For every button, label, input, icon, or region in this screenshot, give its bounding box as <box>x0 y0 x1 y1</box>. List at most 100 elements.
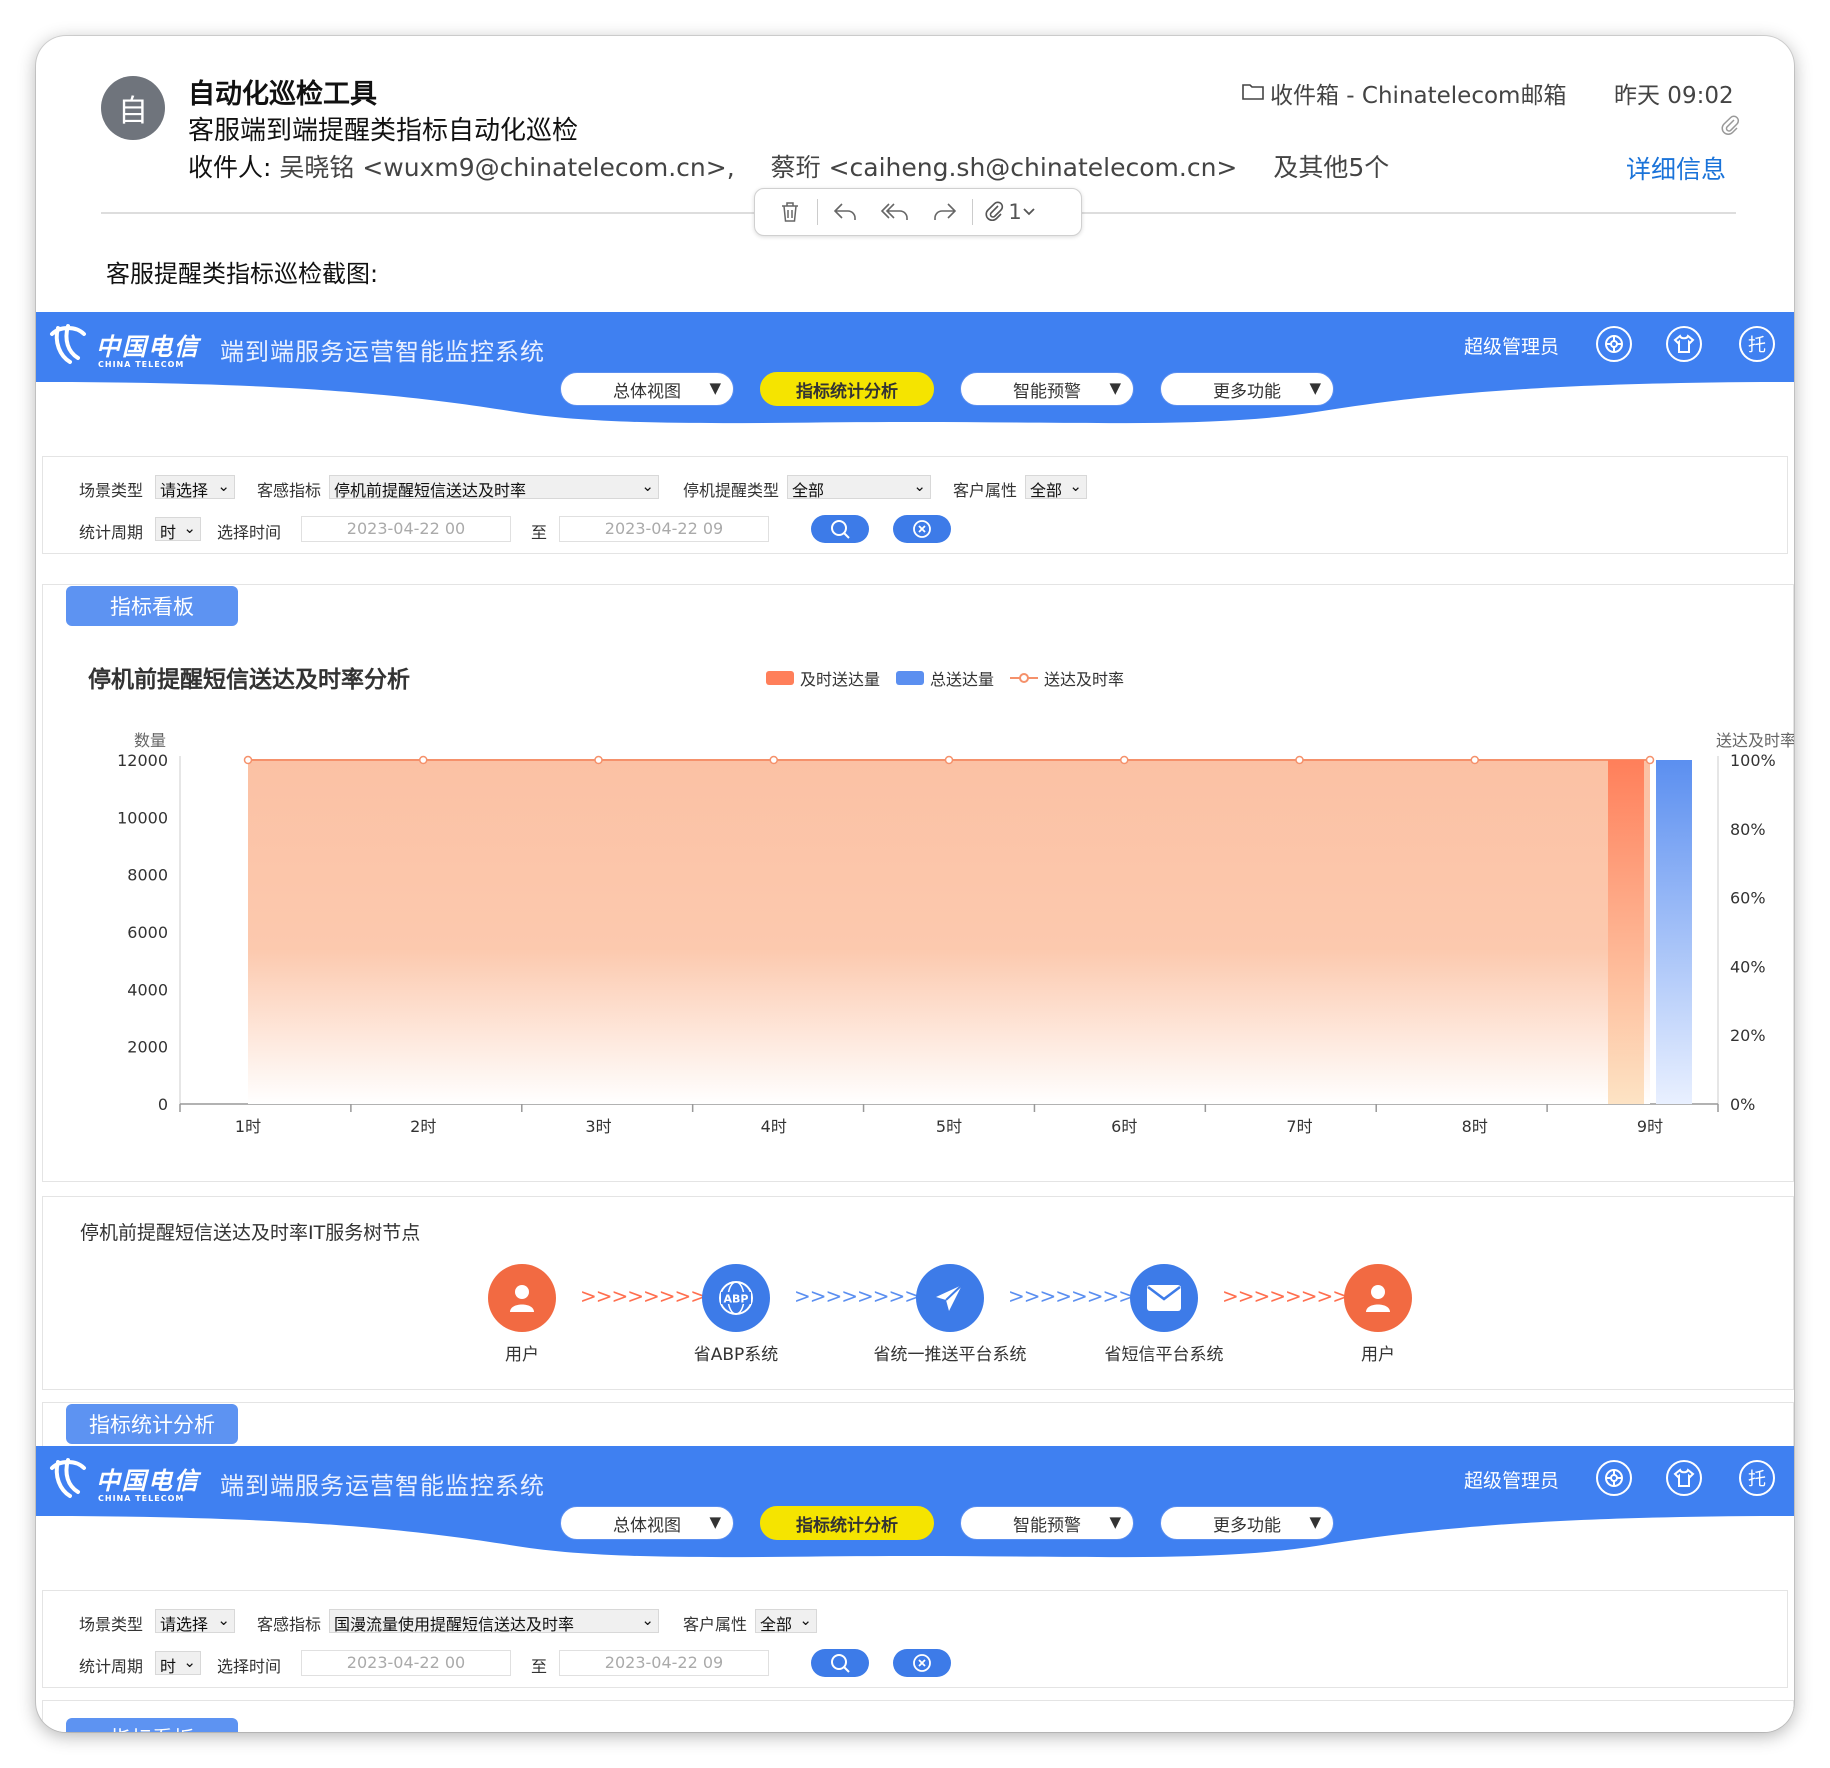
recipient[interactable]: 蔡珩 <caiheng.sh@chinatelecom.cn> <box>771 153 1238 182</box>
caret-down-icon: ▼ <box>709 379 721 397</box>
select-value: 全部 <box>792 481 825 499</box>
nav-label: 智能预警 <box>1013 1515 1081 1536</box>
legend-label: 及时送达量 <box>800 670 881 689</box>
legend-label: 送达及时率 <box>1044 670 1125 689</box>
mail-subject: 客服端到端提醒类指标自动化巡检 <box>188 116 579 146</box>
chart-legend: 及时送达量 总送达量 送达及时率 <box>766 666 1140 690</box>
settings-ring-icon[interactable] <box>1596 326 1632 362</box>
search-button[interactable] <box>811 1649 869 1677</box>
shirt-icon[interactable] <box>1666 326 1702 362</box>
settings-ring-icon[interactable] <box>1596 1460 1632 1496</box>
search-button[interactable] <box>811 515 869 543</box>
chevron-down-icon: ⌄ <box>641 1611 654 1629</box>
node-label: 省统一推送平台系统 <box>873 1345 1027 1365</box>
reply-all-icon <box>880 203 908 220</box>
reply-icon <box>833 203 856 220</box>
flow-node-user[interactable]: 用户 <box>422 1264 622 1365</box>
kpi-select[interactable]: 国漫流量使用提醒短信送达及时率 ⌄ <box>329 1609 659 1633</box>
nav-smart-alert[interactable]: 智能预警 ▼ <box>960 1506 1134 1540</box>
caret-down-icon: ▼ <box>1309 1513 1321 1531</box>
tab-kpi-board[interactable]: 指标看板 <box>66 1718 238 1732</box>
select-value: 请选择 <box>160 481 209 499</box>
search-icon <box>831 1654 850 1673</box>
nav-smart-alert[interactable]: 智能预警 ▼ <box>960 372 1134 406</box>
start-time-input[interactable]: 2023-04-22 00 <box>301 516 511 542</box>
customer-attr-select[interactable]: 全部 ⌄ <box>755 1609 817 1633</box>
tab-kpi-board[interactable]: 指标看板 <box>66 586 238 626</box>
flow-title: 停机前提醒短信送达及时率IT服务树节点 <box>80 1222 421 1244</box>
mail-icon <box>1130 1264 1198 1332</box>
chevron-down-icon: ⌄ <box>1069 477 1082 495</box>
customer-attr-select[interactable]: 全部 ⌄ <box>1025 475 1087 499</box>
legend-item[interactable]: 送达及时率 <box>1010 666 1124 690</box>
admin-label[interactable]: 超级管理员 <box>1464 1466 1559 1493</box>
folder-name: 收件箱 - Chinatelecom邮箱 <box>1270 83 1567 109</box>
send-icon <box>916 1264 984 1332</box>
mail-time: 昨天 09:02 <box>1614 83 1734 109</box>
attachments-button[interactable]: 1 <box>975 192 1045 232</box>
details-link[interactable]: 详细信息 <box>1626 150 1726 186</box>
filter-panel: 场景类型 请选择 ⌄ 客感指标 国漫流量使用提醒短信送达及时率 ⌄ 客户属性 全部 ⌄… <box>42 1590 1788 1688</box>
recipients-line: 收件人: 吴晓铭 <wuxm9@chinatelecom.cn>, 蔡珩 <ca… <box>188 148 1389 184</box>
nav-more[interactable]: 更多功能 ▼ <box>1160 1506 1334 1540</box>
chevron-down-icon: ⌄ <box>913 477 926 495</box>
clear-icon <box>913 1654 931 1672</box>
scene-select[interactable]: 请选择 ⌄ <box>155 1609 235 1633</box>
nav-more[interactable]: 更多功能 ▼ <box>1160 372 1334 406</box>
kpi-select[interactable]: 停机前提醒短信送达及时率 ⌄ <box>329 475 659 499</box>
start-time-input[interactable]: 2023-04-22 00 <box>301 1650 511 1676</box>
forward-icon <box>934 203 957 220</box>
recipients-label: 收件人: <box>188 153 272 182</box>
end-time-input[interactable]: 2023-04-22 09 <box>559 516 769 542</box>
entrust-icon[interactable]: 托 <box>1739 1460 1775 1496</box>
end-time-input[interactable]: 2023-04-22 09 <box>559 1650 769 1676</box>
period-select[interactable]: 时 ⌄ <box>155 1651 201 1675</box>
flow-node-push-platform[interactable]: 省统一推送平台系统 <box>850 1264 1050 1365</box>
nav-label: 指标统计分析 <box>796 381 898 402</box>
entrust-icon[interactable]: 托 <box>1739 326 1775 362</box>
tab-kpi-stats[interactable]: 指标统计分析 <box>66 1404 238 1444</box>
clear-button[interactable] <box>893 1649 951 1677</box>
legend-item[interactable]: 及时送达量 <box>766 666 880 690</box>
chevron-down-icon: ⌄ <box>217 1611 230 1629</box>
legend-label: 总送达量 <box>930 670 995 689</box>
brand-en: CHINA TELECOM <box>98 1494 185 1503</box>
user-icon <box>1344 1264 1412 1332</box>
paperclip-icon <box>985 201 1004 221</box>
forward-button[interactable] <box>920 192 970 232</box>
body-label: 客服提醒类指标巡检截图: <box>106 260 379 288</box>
recipient[interactable]: 吴晓铭 <wuxm9@chinatelecom.cn>, <box>279 153 734 182</box>
remind-type-select[interactable]: 全部 ⌄ <box>787 475 931 499</box>
sender-name: 自动化巡检工具 <box>188 79 377 110</box>
trash-icon <box>782 202 798 222</box>
period-select[interactable]: 时 ⌄ <box>155 517 201 541</box>
period-label: 统计周期 <box>79 1657 144 1676</box>
legend-item[interactable]: 总送达量 <box>896 666 994 690</box>
chevron-down-icon: ⌄ <box>641 477 654 495</box>
flow-node-user[interactable]: 用户 <box>1278 1264 1478 1365</box>
nav-kpi-analysis[interactable]: 指标统计分析 <box>760 1506 934 1540</box>
reply-all-button[interactable] <box>870 192 920 232</box>
reply-button[interactable] <box>820 192 870 232</box>
nav-kpi-analysis[interactable]: 指标统计分析 <box>760 372 934 406</box>
trash-button[interactable] <box>765 192 815 232</box>
stats-panel <box>42 1402 1794 1452</box>
admin-label[interactable]: 超级管理员 <box>1464 332 1559 359</box>
clear-button[interactable] <box>893 515 951 543</box>
scene-select[interactable]: 请选择 ⌄ <box>155 475 235 499</box>
time-label: 选择时间 <box>217 1657 282 1676</box>
folder-icon <box>1242 80 1264 106</box>
node-label: 用户 <box>505 1345 539 1365</box>
chevron-down-icon <box>1023 208 1035 216</box>
scene-label: 场景类型 <box>79 481 144 500</box>
flow-node-sms-platform[interactable]: 省短信平台系统 <box>1064 1264 1264 1365</box>
system-title: 端到端服务运营智能监控系统 <box>220 1472 545 1500</box>
flow-node-abp[interactable]: ABP 省ABP系统 <box>636 1264 836 1365</box>
abp-icon: ABP <box>702 1264 770 1332</box>
mail-toolbar: 1 <box>754 188 1082 236</box>
nav-overview[interactable]: 总体视图 ▼ <box>560 1506 734 1540</box>
more-recipients[interactable]: 及其他5个 <box>1273 153 1389 182</box>
nav-overview[interactable]: 总体视图 ▼ <box>560 372 734 406</box>
shirt-icon[interactable] <box>1666 1460 1702 1496</box>
brand-cn: 中国电信 <box>96 1466 200 1495</box>
